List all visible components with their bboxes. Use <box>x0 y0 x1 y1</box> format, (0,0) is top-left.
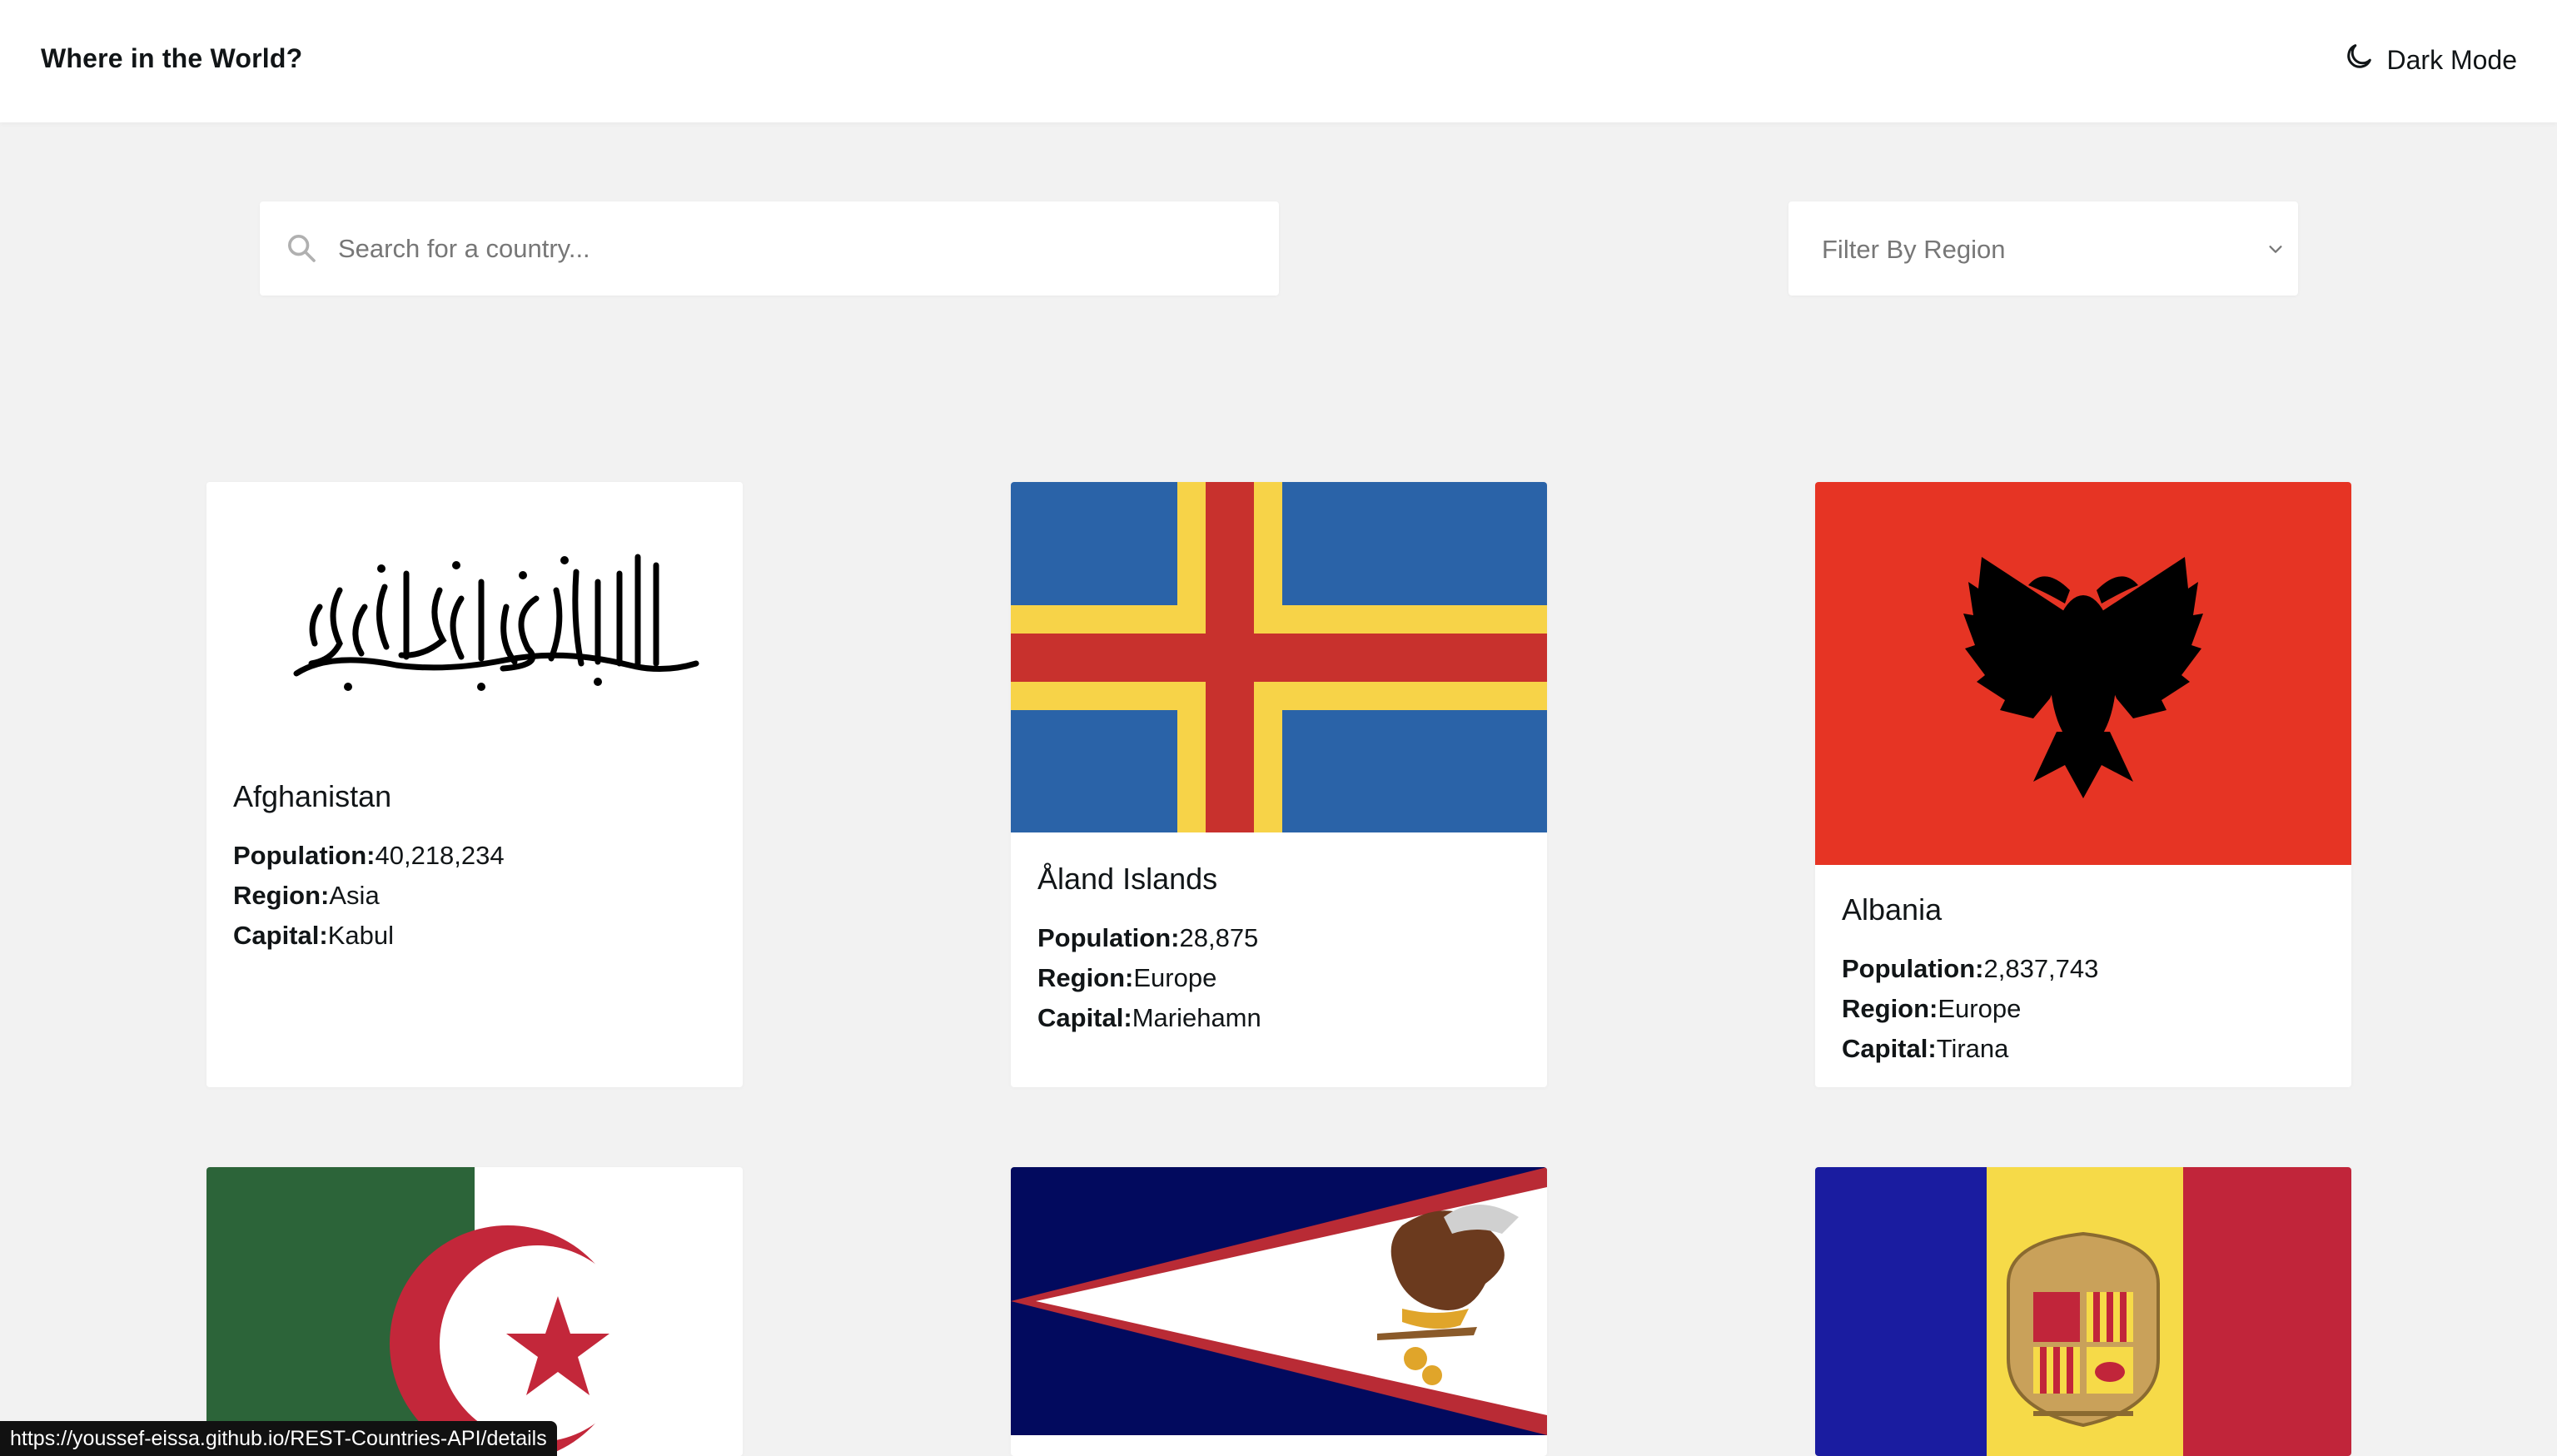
region-filter-select[interactable]: Filter By Region <box>1788 201 2298 296</box>
country-card-american-samoa[interactable] <box>1011 1167 1547 1456</box>
flag-image-aland-islands <box>1011 482 1547 832</box>
status-bar-url: https://youssef-eissa.github.io/REST-Cou… <box>0 1421 557 1456</box>
app-title: Where in the World? <box>41 43 303 73</box>
population-value: 2,837,743 <box>1983 954 2099 983</box>
country-name: Afghanistan <box>233 779 392 813</box>
flag-image-american-samoa <box>1011 1167 1547 1435</box>
search-input[interactable] <box>338 201 1262 296</box>
population-label: Population: <box>233 841 376 870</box>
country-card-aland-islands[interactable]: Åland Islands Population:28,875 Region:E… <box>1011 482 1547 1087</box>
region-label: Region: <box>1037 963 1134 992</box>
population-label: Population: <box>1037 923 1180 952</box>
capital-value: Mariehamn <box>1132 1003 1261 1032</box>
population-label: Population: <box>1842 954 1984 983</box>
country-name: Albania <box>1842 892 1943 927</box>
region-value: Europe <box>1133 963 1217 992</box>
capital-row: Capital:Mariehamn <box>1037 998 1261 1038</box>
region-row: Region:Europe <box>1842 989 2098 1029</box>
region-value: Europe <box>1938 994 2022 1023</box>
capital-value: Kabul <box>327 921 394 950</box>
search-box <box>260 201 1279 296</box>
capital-label: Capital: <box>1842 1034 1937 1063</box>
country-card-albania[interactable]: Albania Population:2,837,743 Region:Euro… <box>1815 482 2351 1087</box>
population-row: Population:40,218,234 <box>233 836 505 876</box>
region-row: Region:Asia <box>233 876 505 916</box>
country-card-algeria[interactable] <box>206 1167 743 1456</box>
region-value: Asia <box>329 881 380 910</box>
region-label: Region: <box>1842 994 1938 1023</box>
capital-value: Tirana <box>1936 1034 2009 1063</box>
population-value: 40,218,234 <box>375 841 505 870</box>
filter-label: Filter By Region <box>1822 235 2006 264</box>
capital-row: Capital:Kabul <box>233 916 505 956</box>
country-name: Åland Islands <box>1037 862 1218 896</box>
capital-label: Capital: <box>233 921 328 950</box>
capital-label: Capital: <box>1037 1003 1132 1032</box>
top-header: Where in the World? Dark Mode <box>0 0 2557 122</box>
population-row: Population:28,875 <box>1037 918 1261 958</box>
flag-image-andorra <box>1815 1167 2351 1456</box>
region-row: Region:Europe <box>1037 958 1261 998</box>
population-row: Population:2,837,743 <box>1842 949 2098 989</box>
flag-image-albania <box>1815 482 2351 865</box>
capital-row: Capital:Tirana <box>1842 1029 2098 1069</box>
flag-image-algeria <box>206 1167 743 1456</box>
country-card-andorra[interactable] <box>1815 1167 2351 1456</box>
dark-mode-toggle[interactable]: Dark Mode <box>2342 40 2518 80</box>
region-label: Region: <box>233 881 330 910</box>
population-value: 28,875 <box>1179 923 1259 952</box>
flag-image-afghanistan <box>206 482 743 723</box>
country-info: Afghanistan Population:40,218,234 Region… <box>233 779 505 956</box>
dark-mode-label: Dark Mode <box>2386 44 2518 75</box>
country-info: Åland Islands Population:28,875 Region:E… <box>1037 862 1261 1038</box>
country-card-afghanistan[interactable]: Afghanistan Population:40,218,234 Region… <box>206 482 743 1087</box>
country-info: Albania Population:2,837,743 Region:Euro… <box>1842 892 2098 1069</box>
moon-icon <box>2342 40 2375 80</box>
